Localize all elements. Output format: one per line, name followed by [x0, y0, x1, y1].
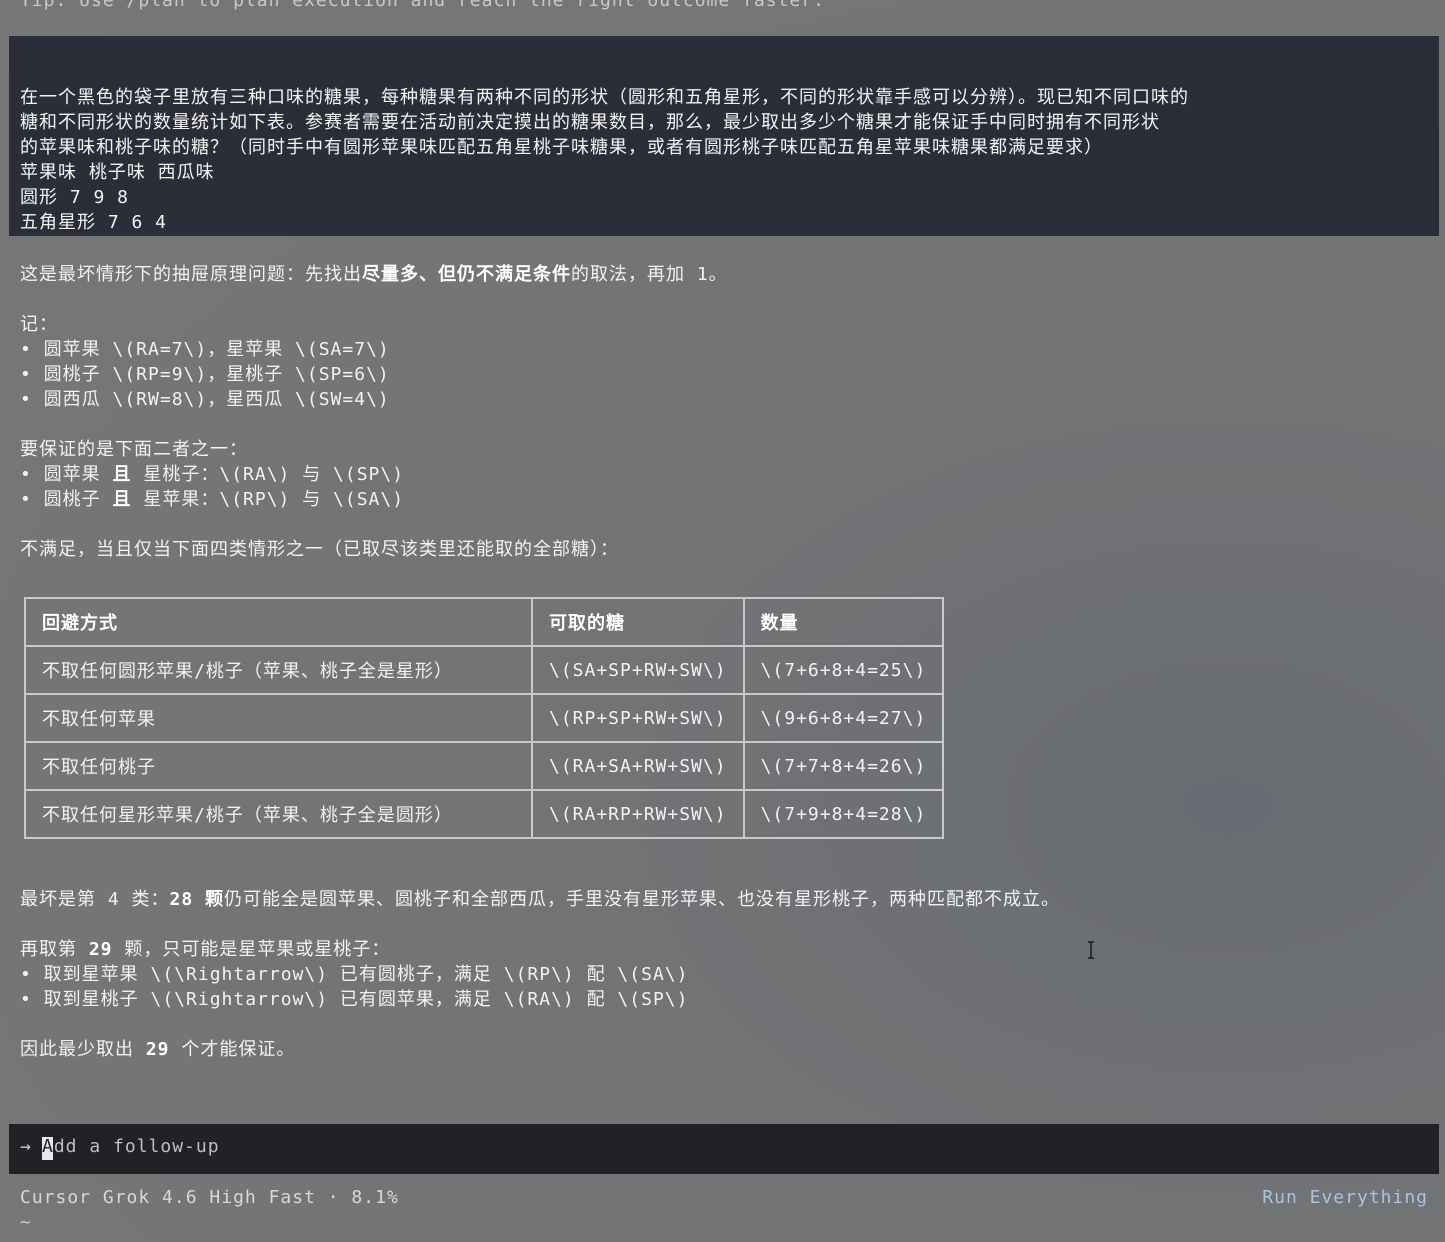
model-status[interactable]: Cursor Grok 4.6 High Fast · 8.1% — [20, 1187, 399, 1208]
prompt-line: 圆形 7 9 8 — [20, 187, 130, 208]
run-everything-toggle[interactable]: Run Everything — [1262, 1187, 1428, 1208]
follow-up-input[interactable]: → Add a follow-up — [9, 1124, 1439, 1174]
table-cell: 不取任何桃子 — [24, 741, 533, 791]
shell-tilde: ~ — [20, 1212, 32, 1233]
tip-text: Tip: Use /plan to plan execution and rea… — [20, 0, 825, 11]
table-cell: \(RP+SP+RW+SW\) — [531, 693, 745, 743]
table-cell: \(RA+SA+RW+SW\) — [531, 741, 745, 791]
table-header: 可取的糖 — [531, 597, 745, 647]
table-cell: \(9+6+8+4=27\) — [742, 693, 945, 743]
table-cell: 不取任何苹果 — [24, 693, 533, 743]
guarantee-item: • 圆桃子 且 星苹果：\(RP\) 与 \(SA\) — [20, 489, 405, 510]
next-pick-item: • 取到星桃子 \(\Rightarrow\) 已有圆苹果，满足 \(RA\) … — [20, 989, 689, 1010]
prompt-line: 的苹果味和桃子味的糖？（同时手中有圆形苹果味匹配五角星桃子味糖果，或者有圆形桃子… — [20, 137, 1103, 158]
prompt-line: 在一个黑色的袋子里放有三种口味的糖果，每种糖果有两种不同的形状（圆形和五角星形，… — [20, 87, 1189, 108]
cases-label: 不满足，当且仅当下面四类情形之一（已取尽该类里还能取的全部糖）： — [20, 539, 619, 560]
table-cell: 不取任何星形苹果/桃子（苹果、桃子全是圆形） — [24, 789, 533, 839]
follow-up-placeholder[interactable]: Add a follow-up — [42, 1136, 220, 1157]
table-header-row: 回避方式 可取的糖 数量 — [24, 597, 945, 647]
table-header: 回避方式 — [24, 597, 533, 647]
conclusion-text: 因此最少取出 29 个才能保证。 — [20, 1039, 296, 1060]
table-row: 不取任何桃子 \(RA+SA+RW+SW\) \(7+7+8+4=26\) — [24, 741, 945, 791]
worst-case-text: 最坏是第 4 类：28 颗仍可能全是圆苹果、圆桃子和全部西瓜，手里没有星形苹果、… — [20, 889, 1061, 910]
answer-intro: 这是最坏情形下的抽屉原理问题：先找出尽量多、但仍不满足条件的取法，再加 1。 — [20, 264, 728, 285]
table-cell: \(SA+SP+RW+SW\) — [531, 645, 745, 695]
prompt-line: 五角星形 7 6 4 — [20, 212, 168, 233]
table-row: 不取任何星形苹果/桃子（苹果、桃子全是圆形） \(RA+RP+RW+SW\) \… — [24, 789, 945, 839]
notation-label: 记： — [20, 314, 58, 335]
table-row: 不取任何苹果 \(RP+SP+RW+SW\) \(9+6+8+4=27\) — [24, 693, 945, 743]
user-prompt-block: 在一个黑色的袋子里放有三种口味的糖果，每种糖果有两种不同的形状（圆形和五角星形，… — [9, 36, 1439, 236]
text-cursor-icon — [1088, 941, 1094, 959]
prompt-line: 糖和不同形状的数量统计如下表。参赛者需要在活动前决定摸出的糖果数目，那么，最少取… — [20, 112, 1160, 133]
next-pick-item: • 取到星苹果 \(\Rightarrow\) 已有圆桃子，满足 \(RP\) … — [20, 964, 689, 985]
table-cell: \(7+9+8+4=28\) — [742, 789, 945, 839]
table-row: 不取任何圆形苹果/桃子（苹果、桃子全是星形） \(SA+SP+RW+SW\) \… — [24, 645, 945, 695]
notation-item: • 圆桃子 \(RP=9\)，星桃子 \(SP=6\) — [20, 364, 390, 385]
table-cell: \(7+6+8+4=25\) — [742, 645, 945, 695]
cases-table: 回避方式 可取的糖 数量 不取任何圆形苹果/桃子（苹果、桃子全是星形） \(SA… — [24, 597, 945, 839]
table-cell: \(RA+RP+RW+SW\) — [531, 789, 745, 839]
table-header: 数量 — [742, 597, 945, 647]
table-cell: \(7+7+8+4=26\) — [742, 741, 945, 791]
arrow-right-icon: → — [20, 1136, 32, 1157]
next-pick-text: 再取第 29 颗，只可能是星苹果或星桃子： — [20, 939, 391, 960]
table-cell: 不取任何圆形苹果/桃子（苹果、桃子全是星形） — [24, 645, 533, 695]
guarantee-item: • 圆苹果 且 星桃子：\(RA\) 与 \(SP\) — [20, 464, 405, 485]
notation-item: • 圆西瓜 \(RW=8\)，星西瓜 \(SW=4\) — [20, 389, 390, 410]
notation-item: • 圆苹果 \(RA=7\)，星苹果 \(SA=7\) — [20, 339, 390, 360]
guarantee-label: 要保证的是下面二者之一： — [20, 439, 248, 460]
prompt-line: 苹果味 桃子味 西瓜味 — [20, 162, 215, 183]
